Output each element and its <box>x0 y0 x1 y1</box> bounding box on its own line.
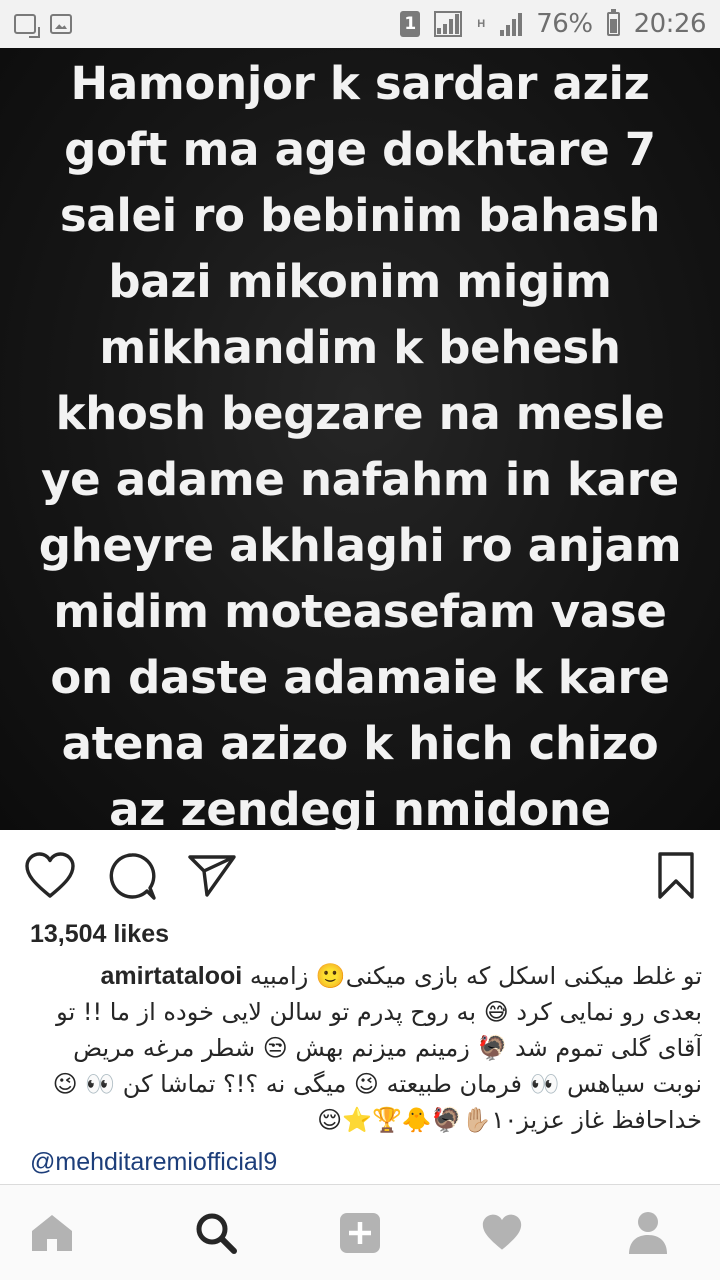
post-image[interactable]: Hamonjor k sardar aziz goft ma age dokhta… <box>0 48 720 830</box>
profile-icon <box>629 1212 667 1254</box>
post-image-line: Hamonjor k sardar aziz <box>70 57 650 110</box>
add-post-icon <box>340 1213 380 1253</box>
post-image-line: on daste adamaie k kare <box>50 651 670 704</box>
gallery-icon <box>50 14 72 34</box>
sim-badge: 1 <box>400 11 421 37</box>
status-right: 1 H 76% 20:26 <box>400 9 707 39</box>
like-count[interactable]: 13,504 likes <box>30 920 169 949</box>
caption: تو غلط میکنی اسکل که بازی میکنی🙂 زامبیه … <box>22 958 702 1138</box>
nav-search[interactable] <box>186 1203 246 1263</box>
caption-line-1: تو غلط میکنی اسکل که بازی میکنی🙂 زامبیه … <box>22 958 702 994</box>
post-image-line: khosh begzare na mesle <box>55 387 665 440</box>
post-image-line: az zendegi nmidone <box>109 783 611 830</box>
save-button[interactable] <box>648 848 704 904</box>
search-icon <box>196 1213 237 1254</box>
battery-percent: 76% <box>536 9 593 39</box>
post-image-line: salei ro bebinim bahash <box>59 189 661 242</box>
signal-sim1-icon <box>434 11 463 37</box>
caption-username[interactable]: amirtatalooi <box>100 962 242 990</box>
heart-icon <box>25 852 75 898</box>
comment-icon <box>109 853 156 900</box>
nav-activity[interactable] <box>472 1203 532 1263</box>
post-image-line: bazi mikonim migim <box>108 255 612 308</box>
caption-line-2: بعدی رو نمایی کرد 😅 به روح پدرم تو سالن … <box>56 998 702 1026</box>
nav-home[interactable] <box>22 1203 82 1263</box>
like-button[interactable] <box>22 848 78 904</box>
activity-heart-icon <box>482 1214 522 1250</box>
mention-link[interactable]: @mehditaremiofficial9 <box>30 1148 277 1177</box>
clock: 20:26 <box>633 9 707 39</box>
share-icon <box>188 855 236 897</box>
caption-text: تو غلط میکنی اسکل که بازی میکنی🙂 زامبیه <box>249 962 702 990</box>
post-image-line: mikhandim k behesh <box>99 321 621 374</box>
post-image-line: atena azizo k hich chizo <box>61 717 659 770</box>
signal-icon <box>500 12 523 36</box>
post-image-line: ye adame nafahm in kare <box>41 453 679 506</box>
post-image-line: gheyre akhlaghi ro anjam <box>38 519 682 572</box>
caption-line-4: نوبت سیاهس 👀 فرمان طبیعته 😉 میگی نه ؟!؟ … <box>52 1070 702 1098</box>
caption-line-3: آقای گلی تموم شد 🦃 زمینم میزنم بهش 😒 شطر… <box>73 1034 702 1062</box>
notification-icon <box>14 14 36 34</box>
caption-line-5: خداحافظ غاز عزیز۱۰✋🏼🦃🐥🏆⭐😌 <box>317 1106 702 1134</box>
bottom-nav <box>0 1184 720 1280</box>
battery-icon <box>606 9 620 36</box>
share-button[interactable] <box>184 848 240 904</box>
post-actions <box>0 840 720 912</box>
nav-profile[interactable] <box>618 1203 678 1263</box>
status-left <box>14 14 72 34</box>
post-image-line: goft ma age dokhtare 7 <box>64 123 656 176</box>
bookmark-icon <box>658 852 694 899</box>
network-type-label: H <box>477 18 486 30</box>
nav-add-post[interactable] <box>330 1203 390 1263</box>
post-image-line: midim moteasefam vase <box>53 585 667 638</box>
comment-button[interactable] <box>104 848 160 904</box>
status-bar: 1 H 76% 20:26 <box>0 0 720 48</box>
home-icon <box>32 1215 72 1251</box>
